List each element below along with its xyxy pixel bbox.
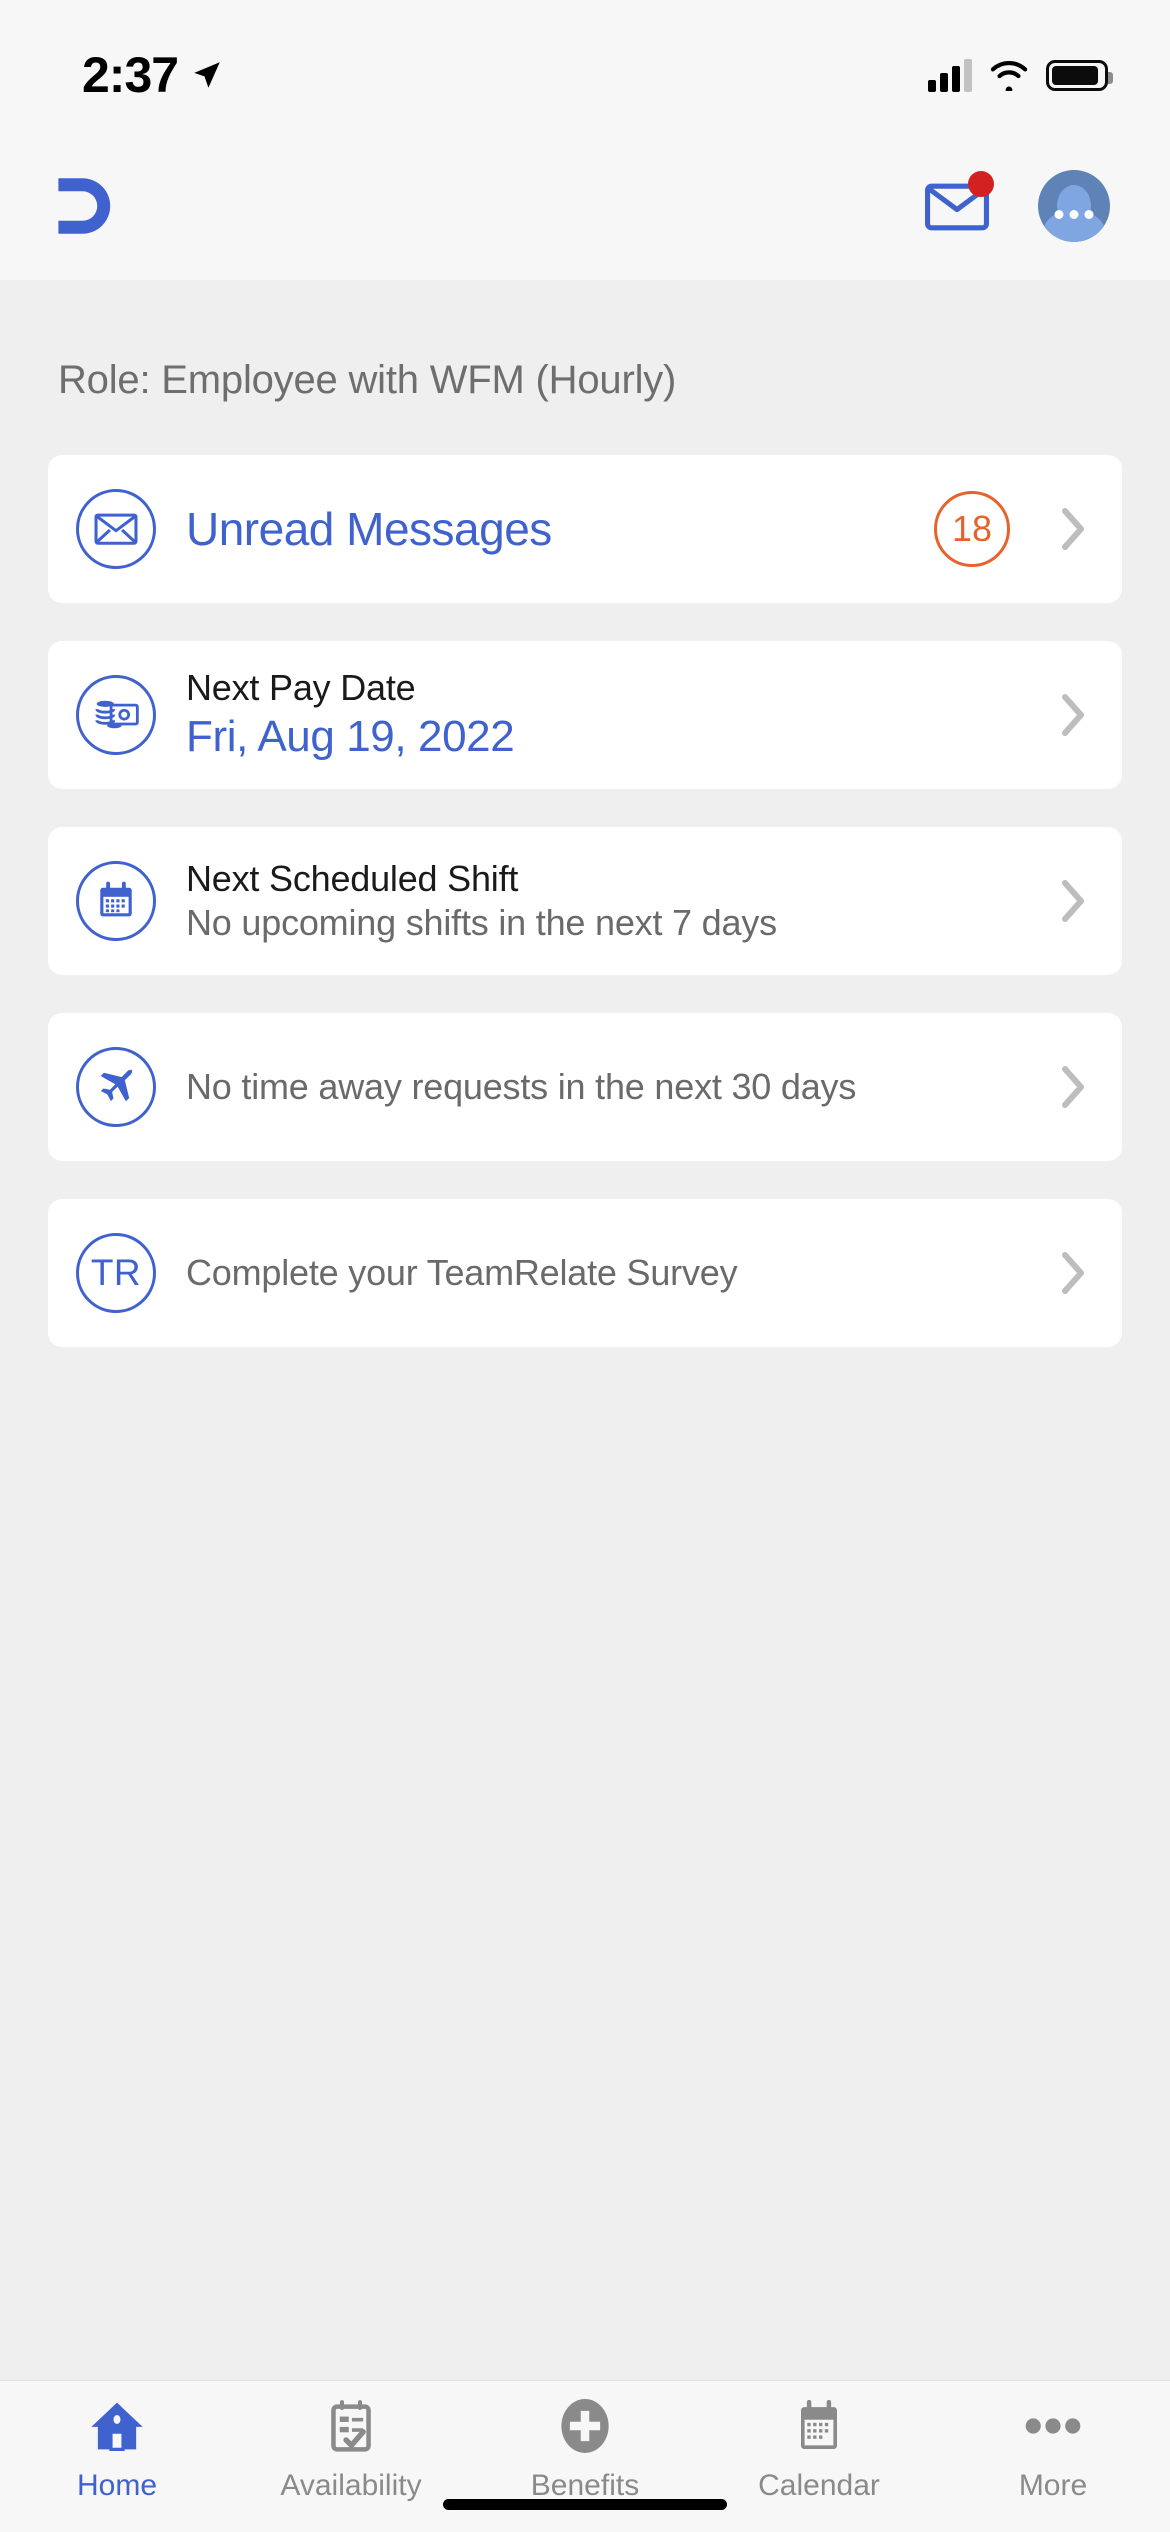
tab-label: Home bbox=[76, 2469, 158, 2502]
status-bar-left: 2:37 bbox=[0, 46, 224, 104]
card-title: Unread Messages bbox=[186, 503, 552, 555]
avatar[interactable] bbox=[1038, 170, 1110, 242]
chevron-right-icon bbox=[1058, 1065, 1088, 1109]
card-body: Unread Messages bbox=[186, 502, 904, 556]
tab-availability[interactable]: Availability bbox=[234, 2395, 468, 2503]
cellular-signal-icon bbox=[928, 58, 972, 92]
home-icon bbox=[88, 2395, 146, 2457]
clipboard-check-icon bbox=[324, 2395, 378, 2457]
status-bar-right bbox=[928, 58, 1113, 92]
app-header bbox=[0, 132, 1170, 280]
card-value: No upcoming shifts in the next 7 days bbox=[186, 901, 777, 943]
card-unread-messages[interactable]: Unread Messages 18 bbox=[48, 455, 1122, 603]
tab-label: Calendar bbox=[758, 2469, 880, 2502]
unread-count-badge: 18 bbox=[934, 491, 1010, 567]
airplane-circle-icon bbox=[76, 1047, 156, 1127]
avatar-menu-dots bbox=[1054, 210, 1094, 219]
card-next-pay-date[interactable]: Next Pay Date Fri, Aug 19, 2022 bbox=[48, 641, 1122, 789]
app-header-actions bbox=[924, 170, 1110, 242]
home-indicator[interactable] bbox=[443, 2499, 727, 2510]
phone-screen: 2:37 Role: Employee with WFM (Hourly) Un… bbox=[0, 0, 1170, 2532]
calendar-circle-icon bbox=[76, 861, 156, 941]
tab-home[interactable]: Home bbox=[0, 2395, 234, 2503]
teamrelate-initials: TR bbox=[90, 1252, 142, 1293]
dayforce-d-logo[interactable] bbox=[50, 169, 126, 243]
battery-icon bbox=[1046, 59, 1113, 91]
tab-calendar[interactable]: Calendar bbox=[702, 2395, 936, 2503]
chevron-right-icon bbox=[1058, 507, 1088, 551]
money-circle-icon bbox=[76, 675, 156, 755]
card-teamrelate-survey[interactable]: TR Complete your TeamRelate Survey bbox=[48, 1199, 1122, 1347]
card-title: Next Pay Date bbox=[186, 666, 416, 708]
envelope-circle-icon bbox=[76, 489, 156, 569]
chevron-right-icon bbox=[1058, 1251, 1088, 1295]
status-bar-clock: 2:37 bbox=[82, 47, 179, 103]
card-list: Unread Messages 18 Next Pay Date Fri, Au… bbox=[0, 403, 1170, 1347]
notification-dot bbox=[968, 171, 994, 197]
card-next-scheduled-shift[interactable]: Next Scheduled Shift No upcoming shifts … bbox=[48, 827, 1122, 975]
chevron-right-icon bbox=[1058, 879, 1088, 923]
card-body: No time away requests in the next 30 day… bbox=[186, 1065, 1028, 1110]
role-label: Role: Employee with WFM (Hourly) bbox=[58, 358, 677, 402]
card-title: Next Scheduled Shift bbox=[186, 857, 519, 899]
card-title: No time away requests in the next 30 day… bbox=[186, 1065, 857, 1107]
calendar-icon bbox=[792, 2395, 846, 2457]
tab-benefits[interactable]: Benefits bbox=[468, 2395, 702, 2503]
medical-cross-icon bbox=[559, 2395, 611, 2457]
tab-label: Benefits bbox=[530, 2469, 640, 2502]
location-arrow-icon bbox=[194, 62, 220, 88]
chevron-right-icon bbox=[1058, 693, 1088, 737]
card-body: Next Scheduled Shift No upcoming shifts … bbox=[186, 857, 1028, 946]
card-title: Complete your TeamRelate Survey bbox=[186, 1252, 738, 1293]
wifi-icon bbox=[990, 61, 1028, 91]
tab-label: Availability bbox=[280, 2469, 422, 2502]
ellipsis-icon bbox=[1025, 2395, 1081, 2457]
tab-label: More bbox=[1018, 2469, 1088, 2502]
status-bar: 2:37 bbox=[0, 0, 1170, 132]
card-body: Next Pay Date Fri, Aug 19, 2022 bbox=[186, 666, 1028, 765]
teamrelate-circle-icon: TR bbox=[76, 1233, 156, 1313]
tab-more[interactable]: More bbox=[936, 2395, 1170, 2503]
card-time-away-requests[interactable]: No time away requests in the next 30 day… bbox=[48, 1013, 1122, 1161]
card-value: Fri, Aug 19, 2022 bbox=[186, 712, 515, 762]
main-content: Role: Employee with WFM (Hourly) Unread … bbox=[0, 280, 1170, 2380]
card-body: Complete your TeamRelate Survey bbox=[186, 1252, 1028, 1294]
messages-button[interactable] bbox=[924, 171, 994, 233]
